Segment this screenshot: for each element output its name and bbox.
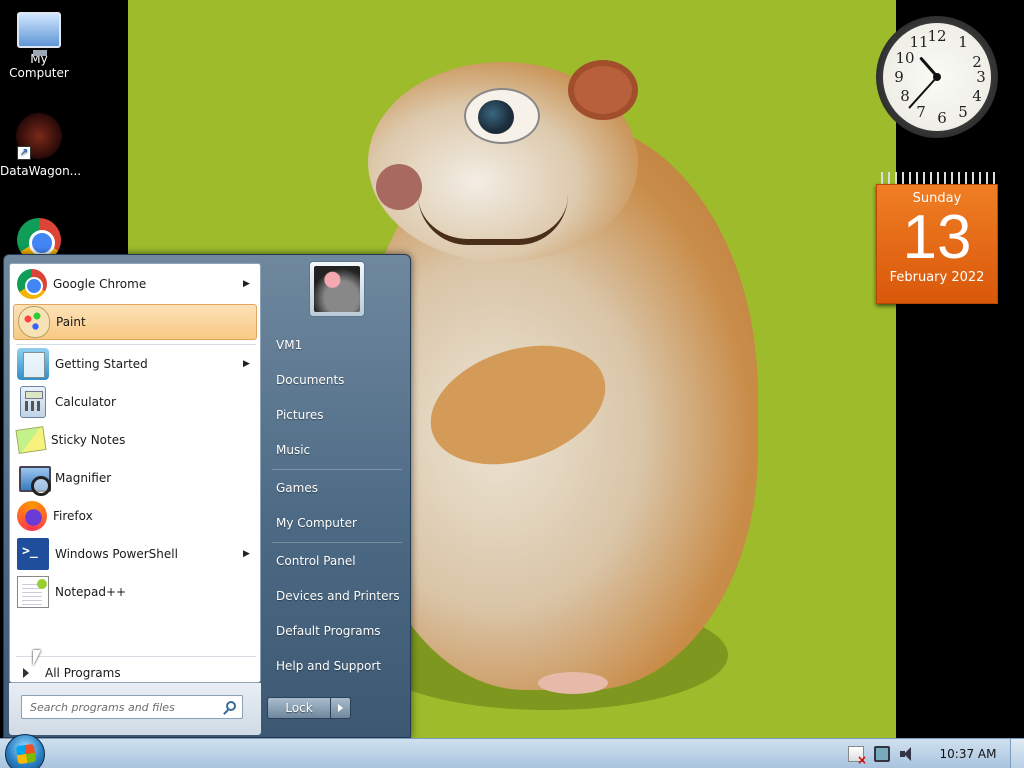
- desktop-icon-datawagon[interactable]: ↗ DataWagon...: [0, 112, 82, 178]
- system-tray: 10:37 AM: [848, 739, 1024, 768]
- place-documents[interactable]: Documents: [272, 367, 404, 393]
- action-center-flag-icon[interactable]: [848, 746, 867, 767]
- shortcut-arrow-icon: ↗: [17, 146, 31, 160]
- all-programs-arrow-icon: [23, 668, 29, 678]
- clock-numeral-1: 1: [958, 33, 968, 51]
- sticky-notes-icon: [15, 426, 47, 454]
- firefox-icon: [17, 501, 47, 531]
- programs-separator: [16, 344, 256, 345]
- program-label: Notepad++: [55, 585, 127, 599]
- search-input[interactable]: [22, 696, 218, 718]
- clock-center: [933, 73, 941, 81]
- show-desktop-button[interactable]: [1010, 739, 1024, 768]
- all-programs-label: All Programs: [45, 666, 121, 680]
- volume-icon[interactable]: [900, 746, 916, 762]
- notepadpp-icon: [17, 576, 49, 608]
- desktop-icon-label: My Computer: [9, 52, 69, 80]
- program-google-chrome[interactable]: Google Chrome ▶: [13, 266, 257, 302]
- taskbar: 10:37 AM: [0, 734, 1024, 768]
- clock-gadget[interactable]: 12 1 2 3 4 5 6 7 8 9 10 11: [876, 16, 998, 138]
- submenu-arrow-icon[interactable]: ▶: [243, 359, 257, 369]
- user-avatar-image: [314, 266, 360, 312]
- hamster-foot: [538, 672, 608, 694]
- place-games[interactable]: Games: [272, 475, 404, 501]
- hamster-eye: [464, 88, 540, 144]
- program-label: Calculator: [55, 395, 116, 409]
- place-devices-and-printers[interactable]: Devices and Printers: [272, 583, 404, 609]
- search-area: [9, 683, 261, 735]
- submenu-arrow-icon[interactable]: ▶: [243, 279, 257, 289]
- datawagon-icon: ↗: [15, 112, 63, 160]
- place-vm1[interactable]: VM1: [272, 332, 404, 358]
- program-label: Windows PowerShell: [55, 547, 178, 561]
- getting-started-icon: [17, 348, 49, 380]
- calendar-rings: [876, 172, 998, 184]
- program-sticky-notes[interactable]: Sticky Notes: [13, 422, 257, 458]
- places-separator: [272, 542, 402, 543]
- place-pictures[interactable]: Pictures: [272, 402, 404, 428]
- program-label: Getting Started: [55, 357, 148, 371]
- calendar-gadget[interactable]: Sunday 13 February 2022: [876, 172, 998, 304]
- program-notepadpp[interactable]: Notepad++: [13, 574, 257, 610]
- clock-face: 12 1 2 3 4 5 6 7 8 9 10 11: [883, 23, 991, 131]
- clock-numeral-3: 3: [976, 68, 986, 86]
- place-default-programs[interactable]: Default Programs: [272, 618, 404, 644]
- clock-numeral-7: 7: [916, 103, 926, 121]
- place-my-computer[interactable]: My Computer: [272, 510, 404, 536]
- clock-numeral-5: 5: [958, 103, 968, 121]
- paint-icon: [18, 306, 50, 338]
- program-label: Magnifier: [55, 471, 112, 485]
- shutdown-options-arrow-icon[interactable]: [331, 697, 351, 719]
- program-label: Paint: [56, 315, 86, 329]
- windows-logo-icon: [15, 743, 37, 765]
- calendar-date: 13: [902, 203, 972, 272]
- start-menu-programs-pane: Google Chrome ▶ Paint Getting Started ▶ …: [9, 263, 261, 683]
- program-windows-powershell[interactable]: Windows PowerShell ▶: [13, 536, 257, 572]
- mouse-cursor-icon: [33, 650, 41, 666]
- network-icon[interactable]: [874, 746, 890, 762]
- all-programs-button[interactable]: All Programs: [13, 662, 257, 684]
- clock-numeral-12: 12: [927, 27, 947, 45]
- hamster-nose: [376, 164, 422, 210]
- place-help-and-support[interactable]: Help and Support: [272, 653, 404, 679]
- all-programs-separator: [16, 656, 256, 657]
- lock-button-group: Lock: [267, 697, 351, 719]
- clock-numeral-6: 6: [937, 109, 947, 127]
- magnifier-icon: [17, 462, 51, 496]
- program-calculator[interactable]: Calculator: [13, 384, 257, 420]
- lock-button[interactable]: Lock: [267, 697, 331, 719]
- clock-numeral-11: 11: [909, 33, 929, 51]
- computer-icon: [17, 12, 61, 56]
- clock-numeral-9: 9: [894, 68, 904, 86]
- program-paint[interactable]: Paint: [13, 304, 257, 340]
- calculator-icon: [20, 386, 46, 418]
- taskbar-clock[interactable]: 10:37 AM: [926, 747, 1010, 761]
- start-menu: Google Chrome ▶ Paint Getting Started ▶ …: [3, 254, 411, 738]
- place-music[interactable]: Music: [272, 437, 404, 463]
- program-magnifier[interactable]: Magnifier: [13, 460, 257, 496]
- hamster-ear: [568, 60, 638, 120]
- calendar-sheet: Sunday 13 February 2022: [876, 184, 998, 304]
- calendar-month-year: February 2022: [889, 270, 985, 285]
- program-firefox[interactable]: Firefox: [13, 498, 257, 534]
- program-getting-started[interactable]: Getting Started ▶: [13, 346, 257, 382]
- search-icon[interactable]: [226, 701, 236, 711]
- program-label: Firefox: [53, 509, 93, 523]
- powershell-icon: [17, 538, 49, 570]
- desktop-icon-my-computer[interactable]: My Computer: [0, 8, 78, 80]
- start-button[interactable]: [5, 734, 45, 768]
- search-box: [21, 695, 243, 719]
- submenu-arrow-icon[interactable]: ▶: [243, 549, 257, 559]
- user-picture[interactable]: [309, 261, 365, 317]
- program-label: Sticky Notes: [51, 433, 126, 447]
- places-separator: [272, 469, 402, 470]
- clock-numeral-10: 10: [895, 49, 915, 67]
- program-label: Google Chrome: [53, 277, 147, 291]
- desktop-icon-label: DataWagon...: [0, 164, 82, 178]
- chrome-icon: [17, 269, 47, 299]
- place-control-panel[interactable]: Control Panel: [272, 548, 404, 574]
